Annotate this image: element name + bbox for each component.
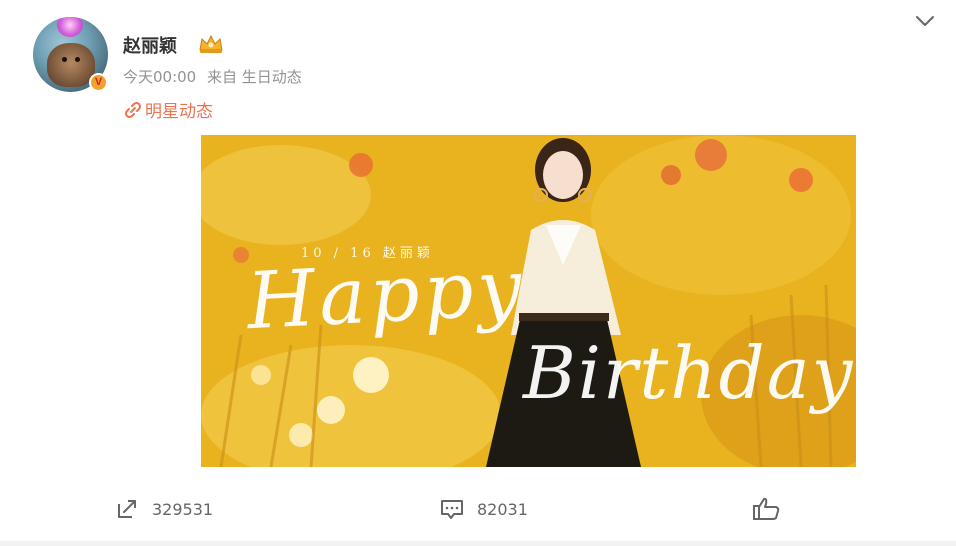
comment-icon xyxy=(441,500,463,519)
post-actions-bar: 329531 82031 xyxy=(0,496,956,526)
topic-label: 明星动态 xyxy=(145,102,213,122)
comment-count: 82031 xyxy=(477,499,528,519)
username[interactable]: 赵丽颖 xyxy=(123,32,177,58)
avatar-flower-decoration xyxy=(57,17,83,37)
topic-link[interactable]: 明星动态 xyxy=(123,97,213,122)
avatar-eye-left xyxy=(62,57,67,62)
avatar[interactable]: V xyxy=(33,17,108,92)
post-timestamp[interactable]: 今天00:00 xyxy=(123,68,196,86)
repost-count: 329531 xyxy=(152,499,214,519)
avatar-eye-right xyxy=(75,57,80,62)
repost-icon xyxy=(118,500,136,518)
crown-badge-icon[interactable] xyxy=(197,33,225,55)
weibo-post-card: V 赵丽颖 今天00:00 来自 生日动态 明星动态 10 / 16 赵丽颖 H… xyxy=(0,0,956,546)
chevron-down-icon[interactable] xyxy=(913,9,937,33)
link-icon xyxy=(124,101,142,118)
poster-happy-text: Happy xyxy=(244,242,528,348)
verified-badge-letter: V xyxy=(94,76,103,88)
avatar-animal xyxy=(47,43,95,87)
like-icon xyxy=(753,497,780,520)
card-bottom-divider xyxy=(0,541,956,546)
post-meta: 今天00:00 来自 生日动态 xyxy=(123,66,308,87)
post-source: 来自 生日动态 xyxy=(207,68,302,86)
poster-birthday-text: Birthday xyxy=(523,331,855,415)
comment-button[interactable]: 82031 xyxy=(439,496,528,522)
repost-button[interactable]: 329531 xyxy=(114,496,213,522)
like-button[interactable] xyxy=(752,496,794,522)
verified-badge: V xyxy=(89,73,108,92)
post-image[interactable]: 10 / 16 赵丽颖 Happy Birthday xyxy=(201,135,856,467)
